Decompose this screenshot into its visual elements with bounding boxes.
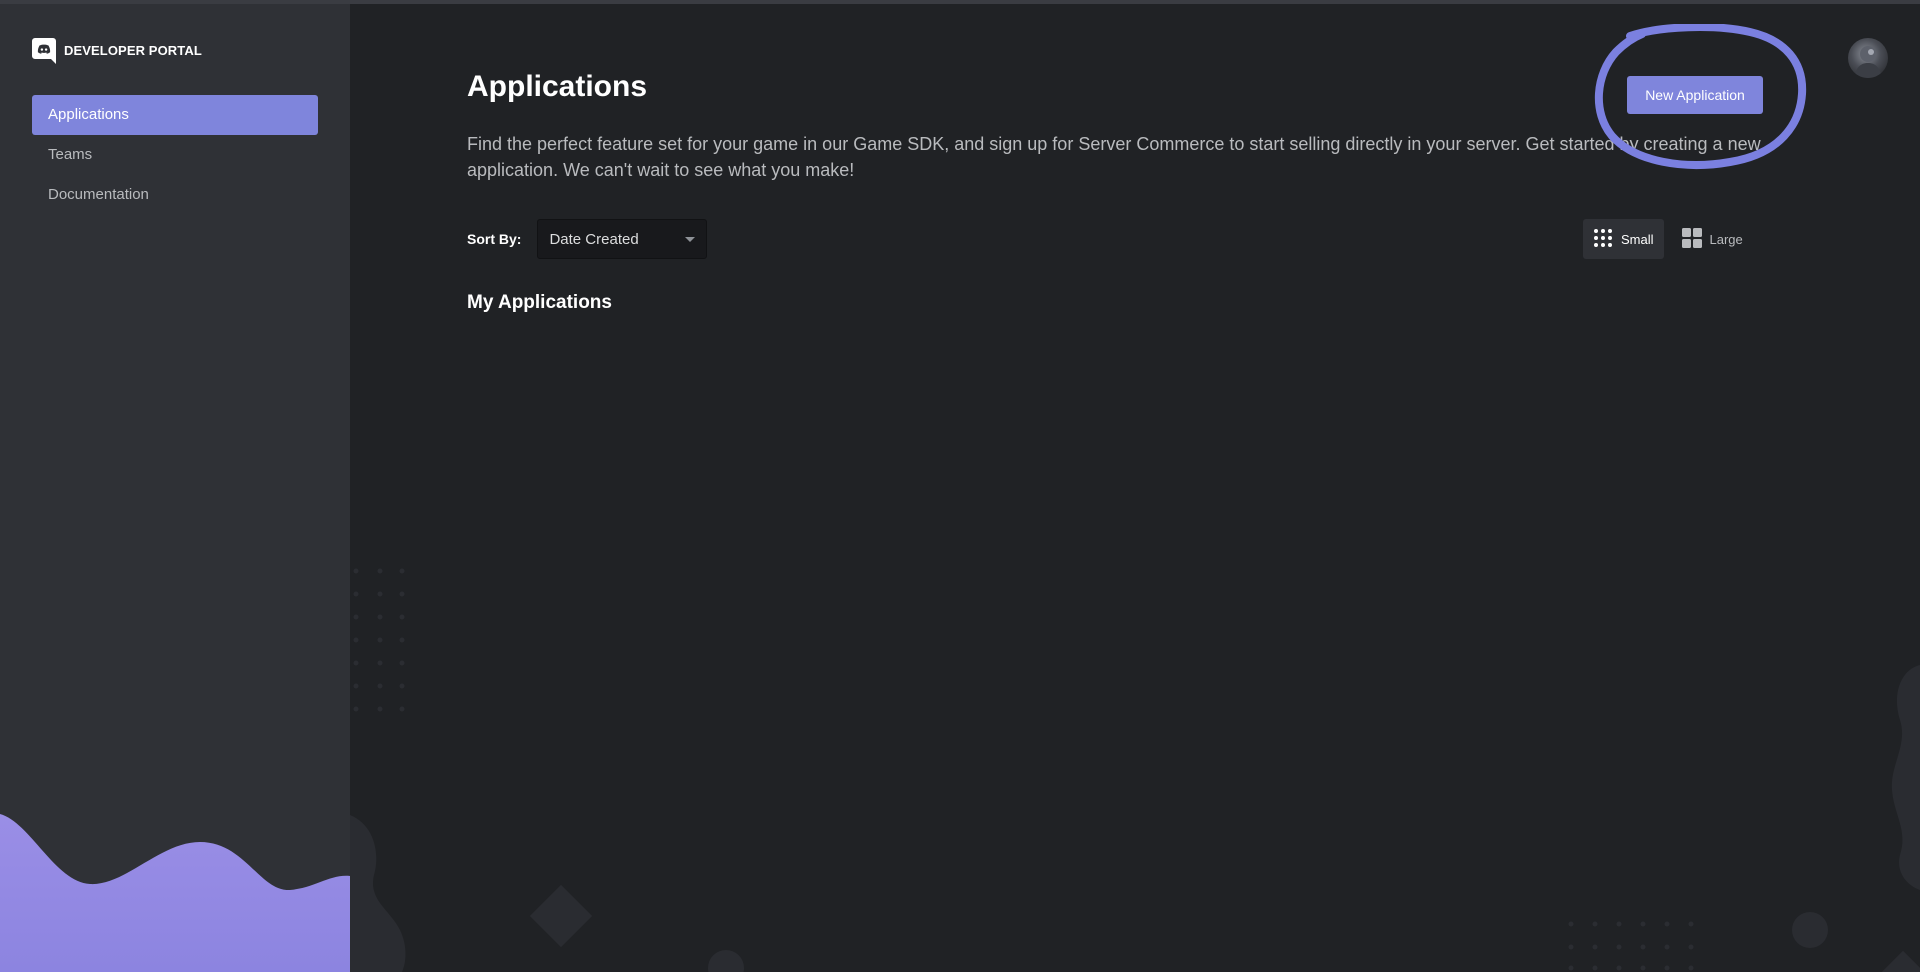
sort-dropdown[interactable]: Date Created <box>537 219 708 259</box>
sidebar-item-applications[interactable]: Applications <box>32 95 318 135</box>
diamond-decoration <box>529 884 593 948</box>
chevron-down-icon <box>685 237 696 242</box>
user-avatar[interactable] <box>1848 38 1888 78</box>
view-large-label: Large <box>1709 231 1743 247</box>
view-small-button[interactable]: Small <box>1583 219 1664 259</box>
page-title: Applications <box>467 70 648 103</box>
view-large-button[interactable]: Large <box>1672 219 1753 259</box>
discord-logo-icon <box>32 38 56 64</box>
new-application-button[interactable]: New Application <box>1627 76 1763 114</box>
window-top-border <box>0 0 1920 4</box>
sidebar-nav: Applications Teams Documentation <box>32 95 318 215</box>
main-content: Applications Find the perfect feature se… <box>350 0 1920 972</box>
square-grid-icon <box>1681 227 1702 251</box>
blob-decoration-left <box>350 815 406 972</box>
page-description: Find the perfect feature set for your ga… <box>467 134 1761 180</box>
my-applications-heading: My Applications <box>467 292 612 313</box>
sidebar-item-documentation[interactable]: Documentation <box>32 175 318 215</box>
dot-grid-icon <box>1593 228 1613 251</box>
brand-title: DEVELOPER PORTAL <box>64 42 202 58</box>
dot-pattern-bottom-right <box>1568 921 1694 971</box>
sidebar: DEVELOPER PORTAL Applications Teams Docu… <box>0 0 350 972</box>
view-size-toggle: Small Large <box>1583 219 1753 259</box>
sidebar-item-teams[interactable]: Teams <box>32 135 318 175</box>
sort-selected-value: Date Created <box>549 230 639 248</box>
diamond-decoration-corner <box>1881 950 1920 972</box>
sidebar-wave-decoration <box>0 814 350 972</box>
sort-label: Sort By: <box>467 231 522 247</box>
circle-decoration-bottom <box>708 950 744 972</box>
view-small-label: Small <box>1621 231 1654 247</box>
sort-controls: Sort By: Date Created <box>467 219 708 259</box>
dot-pattern-decoration <box>353 568 405 712</box>
blob-decoration-right <box>1891 665 1920 890</box>
brand[interactable]: DEVELOPER PORTAL <box>32 36 202 64</box>
circle-decoration-right <box>1792 912 1828 948</box>
